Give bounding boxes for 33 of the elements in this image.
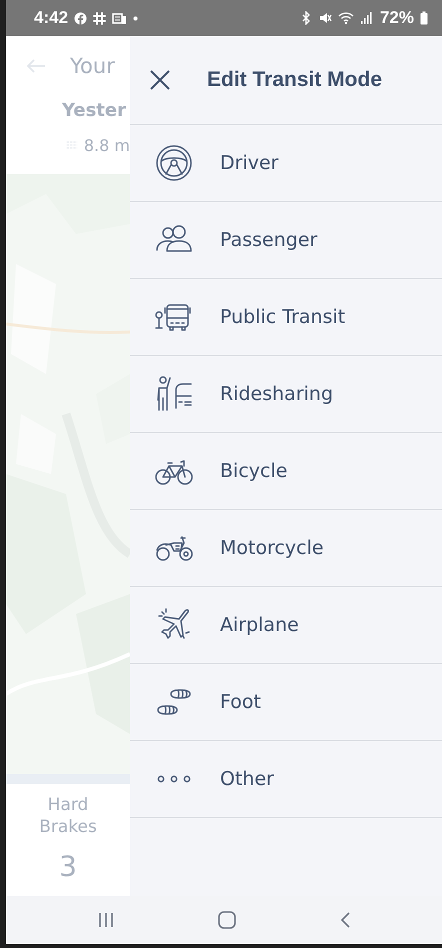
message-icon — [112, 12, 128, 24]
transit-mode-item[interactable]: Public Transit — [130, 279, 442, 356]
transit-mode-item[interactable]: Ridesharing — [130, 356, 442, 433]
trip-date: Yester — [61, 100, 127, 123]
trip-distance: 8.8 m — [84, 136, 130, 154]
distance-icon — [66, 139, 78, 151]
dot-icon — [133, 16, 138, 20]
recent-apps-icon[interactable] — [97, 911, 115, 929]
back-icon[interactable] — [339, 911, 351, 929]
transit-mode-item[interactable]: Passenger — [130, 202, 442, 279]
signal-icon — [360, 11, 372, 25]
hash-icon — [93, 12, 106, 24]
bluetooth-icon — [300, 11, 312, 25]
page-title: Your — [70, 54, 115, 78]
battery-percent: 72% — [380, 8, 414, 28]
status-time: 4:42 — [34, 8, 68, 28]
transit-mode-item[interactable]: Foot — [130, 664, 442, 741]
home-icon[interactable] — [217, 910, 237, 930]
facebook-icon — [74, 12, 88, 24]
wifi-icon — [338, 11, 354, 25]
transit-mode-item[interactable]: Airplane — [130, 587, 442, 664]
mute-icon — [318, 11, 332, 25]
transit-mode-item[interactable]: Other — [130, 741, 442, 818]
transit-mode-item[interactable]: Driver — [130, 125, 442, 202]
transit-mode-item[interactable]: Motorcycle — [130, 510, 442, 587]
stat-value: 3 — [59, 850, 77, 883]
steering-wheel-icon — [154, 143, 194, 183]
stat-label: Hard Brakes — [38, 794, 98, 838]
panel-title: Edit Transit Mode — [207, 68, 382, 92]
battery-icon — [420, 11, 428, 25]
transit-mode-item[interactable]: Bicycle — [130, 433, 442, 510]
close-button[interactable] — [149, 69, 171, 91]
close-icon — [149, 69, 171, 91]
